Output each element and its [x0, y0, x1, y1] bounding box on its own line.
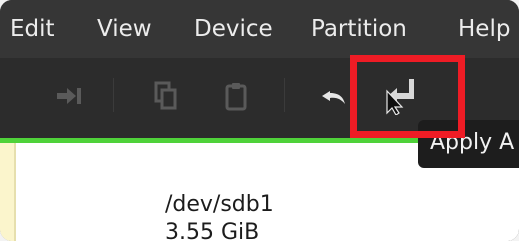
menubar: Edit View Device Partition Help — [0, 0, 519, 58]
undo-icon — [322, 91, 345, 104]
paste-icon — [225, 83, 247, 111]
menu-view[interactable]: View — [97, 15, 152, 43]
menu-partition[interactable]: Partition — [311, 15, 407, 43]
partition-color-swatch — [0, 143, 16, 241]
undo-button[interactable] — [316, 78, 352, 114]
app-window: Edit View Device Partition Help /dev/sdb… — [0, 0, 519, 241]
toolbar-separator — [113, 78, 114, 112]
partition-device-name[interactable]: /dev/sdb1 — [165, 192, 274, 217]
next-button[interactable] — [50, 78, 86, 114]
menu-help[interactable]: Help — [458, 15, 510, 43]
paste-button[interactable] — [218, 78, 254, 114]
next-icon — [57, 88, 81, 104]
partition-size: 3.55 GiB — [165, 220, 260, 241]
copy-icon — [154, 81, 177, 110]
toolbar-separator — [284, 78, 285, 112]
copy-button[interactable] — [148, 78, 184, 114]
menu-device[interactable]: Device — [194, 15, 273, 43]
menu-edit[interactable]: Edit — [10, 15, 55, 43]
highlight-box — [350, 55, 465, 138]
